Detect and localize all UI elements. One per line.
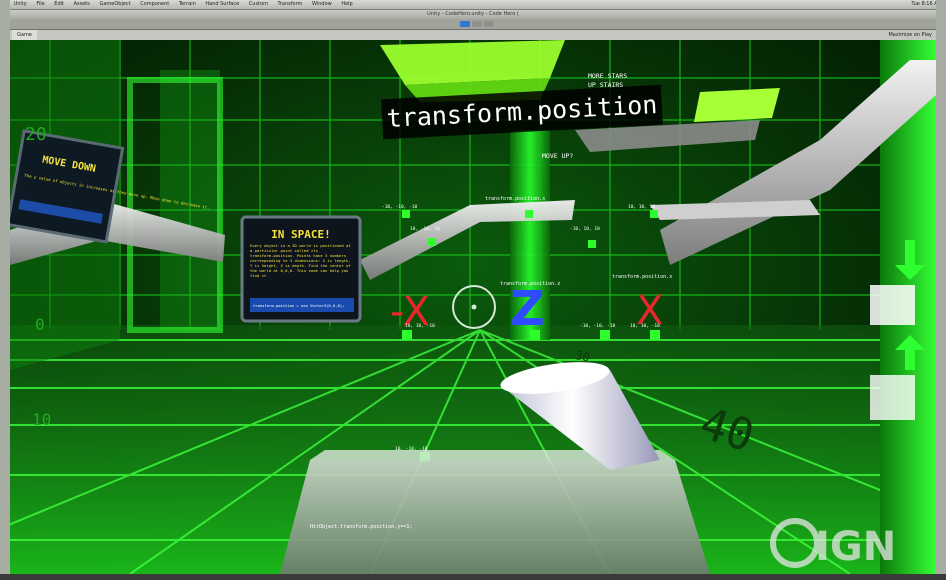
coord-cube xyxy=(402,210,410,218)
axis-label-x1: transform.position.x xyxy=(485,196,545,202)
play-button[interactable] xyxy=(460,21,470,27)
ign-logo-text: IGN xyxy=(815,524,896,570)
coord-cube xyxy=(402,330,412,340)
coord-cube xyxy=(600,330,610,340)
sign-in-space-title: IN SPACE! xyxy=(271,228,331,241)
axis-letter-z: Z xyxy=(510,281,545,337)
left-window-border xyxy=(0,0,10,580)
wall-number-20: 20 xyxy=(25,124,47,145)
coord-cube xyxy=(525,210,533,218)
pause-button[interactable] xyxy=(472,21,482,27)
coord-tag: -10, -10, -10 xyxy=(382,204,418,210)
coord-tag: 10, 10, -10 xyxy=(405,323,435,329)
axis-label-x2: transform.position.x xyxy=(612,274,672,280)
menu-gameobject[interactable]: GameObject xyxy=(95,0,134,9)
right-floating-slab xyxy=(694,88,780,122)
foreground-slab xyxy=(280,460,710,574)
coord-cube xyxy=(530,330,540,340)
mac-menubar: Unity File Edit Assets GameObject Compon… xyxy=(0,0,946,10)
right-wall-panel-2 xyxy=(870,375,915,420)
hint-stairs: MORE STARS UP STAIRS xyxy=(588,72,627,89)
coord-tag: 10, -10, 10 xyxy=(410,226,440,232)
game-view[interactable]: transform.position MORE STARS UP STAIRS M… xyxy=(10,40,936,574)
coord-cube xyxy=(650,330,660,340)
menu-custom[interactable]: Custom xyxy=(245,0,272,9)
sign-in-space-code: transform.position = new Vector3(0,0,0); xyxy=(253,303,344,308)
right-wall-panel-1 xyxy=(870,285,915,325)
coord-tag: -10, -10, -10 xyxy=(580,323,616,329)
coord-cube xyxy=(588,240,596,248)
maximize-on-play-toggle[interactable]: Maximize on Play xyxy=(888,30,932,40)
axis-label-z: transform.position.z xyxy=(500,281,560,287)
menu-transform[interactable]: Transform xyxy=(274,0,307,9)
menu-component[interactable]: Component xyxy=(136,0,173,9)
editor-status-bar xyxy=(0,574,946,580)
sign-in-space: IN SPACE! Every object in a 3D world is … xyxy=(240,215,362,323)
floor-number-10: 10 xyxy=(32,410,51,429)
coord-tag: 10, 10, -10 xyxy=(630,323,660,329)
crosshair-dot-icon xyxy=(471,304,477,310)
menu-edit[interactable]: Edit xyxy=(50,0,68,9)
coord-tag: -10, 10, 10 xyxy=(570,226,600,232)
right-window-border xyxy=(936,0,946,580)
menu-help[interactable]: Help xyxy=(337,0,356,9)
menu-file[interactable]: File xyxy=(32,0,48,9)
coord-tag: 10, 10, 10 xyxy=(628,204,655,210)
floor-number-0: 0 xyxy=(35,315,45,334)
sign-in-space-body-wrap: Every object in a 3D world is positioned… xyxy=(250,243,351,278)
unity-editor-window: { "menubar": { "items": ["Unity","File",… xyxy=(0,0,946,580)
menu-terrain[interactable]: Terrain xyxy=(175,0,200,9)
menu-window[interactable]: Window xyxy=(308,0,336,9)
game-panel-header: Game Maximize on Play xyxy=(10,30,936,40)
window-titlebar: Unity - CodeHero.unity - Code Hero ( xyxy=(0,10,946,19)
coord-cube xyxy=(650,210,658,218)
editor-toolbar xyxy=(0,19,946,30)
window-title: Unity - CodeHero.unity - Code Hero ( xyxy=(427,11,519,17)
sign-in-space-body: Every object in a 3D world is positioned… xyxy=(250,243,351,278)
menu-assets[interactable]: Assets xyxy=(70,0,94,9)
tab-game[interactable]: Game xyxy=(12,30,37,40)
hint-move-up: MOVE UP? xyxy=(542,152,573,160)
coord-cube xyxy=(428,238,436,246)
top-slab xyxy=(380,40,565,85)
console-line: HitObject.transform.position.y==1; xyxy=(310,524,412,530)
menu-unity[interactable]: Unity xyxy=(10,0,31,9)
menu-hand-surface[interactable]: Hand Surface xyxy=(201,0,243,9)
step-button[interactable] xyxy=(484,21,494,27)
